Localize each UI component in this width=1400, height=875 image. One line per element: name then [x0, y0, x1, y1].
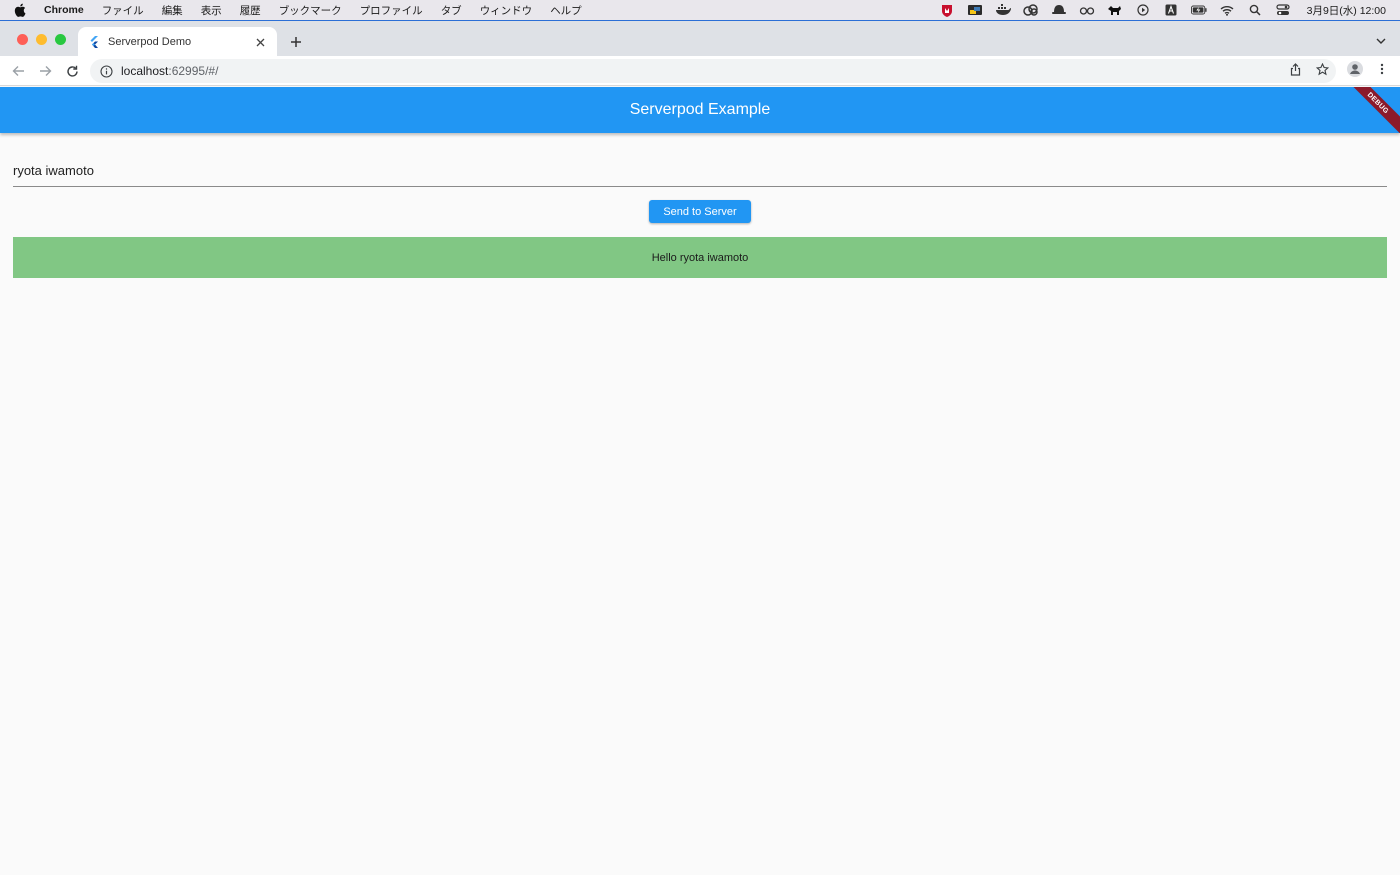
- menu-help[interactable]: ヘルプ: [550, 3, 582, 18]
- close-tab-icon[interactable]: [253, 35, 267, 49]
- new-tab-button[interactable]: [286, 32, 306, 52]
- plus-icon: [291, 37, 301, 47]
- url-path: :62995/#/: [168, 64, 219, 78]
- python-launcher-icon[interactable]: [967, 4, 983, 16]
- docker-icon[interactable]: [995, 4, 1011, 16]
- menu-window[interactable]: ウィンドウ: [480, 3, 533, 18]
- send-to-server-button[interactable]: Send to Server: [649, 200, 751, 223]
- control-center-icon[interactable]: [1275, 4, 1291, 16]
- debug-banner: DEBUG: [1345, 87, 1400, 133]
- status-icons: 3月9日(水) 12:00: [939, 3, 1386, 18]
- menu-app-name[interactable]: Chrome: [44, 4, 84, 16]
- server-response-text: Hello ryota iwamoto: [651, 251, 749, 264]
- menu-history[interactable]: 履歴: [240, 3, 261, 18]
- menubar-clock[interactable]: 3月9日(水) 12:00: [1307, 3, 1386, 18]
- menu-edit[interactable]: 編集: [162, 3, 183, 18]
- menu-profiles[interactable]: プロファイル: [360, 3, 423, 18]
- tab-title: Serverpod Demo: [108, 36, 192, 48]
- address-bar[interactable]: localhost:62995/#/: [90, 59, 1336, 83]
- flutter-icon: [88, 36, 100, 48]
- reload-icon: [66, 65, 78, 77]
- wifi-icon[interactable]: [1219, 4, 1235, 16]
- menu-tab[interactable]: タブ: [441, 3, 462, 18]
- shield-icon[interactable]: [939, 4, 955, 17]
- close-window-button[interactable]: [17, 34, 28, 45]
- menu-view[interactable]: 表示: [201, 3, 222, 18]
- battery-icon[interactable]: [1190, 4, 1207, 16]
- tab-serverpod-demo[interactable]: Serverpod Demo: [78, 27, 277, 57]
- back-button[interactable]: [10, 63, 26, 79]
- apple-icon[interactable]: [14, 3, 28, 17]
- reload-button[interactable]: [64, 63, 80, 79]
- glasses-icon[interactable]: [1079, 4, 1095, 16]
- name-input-field[interactable]: [13, 155, 1387, 187]
- server-response-banner: Hello ryota iwamoto: [13, 237, 1387, 278]
- bookmark-star-icon[interactable]: [1315, 62, 1329, 76]
- tab-search-button[interactable]: [1374, 34, 1388, 48]
- kebab-menu-icon[interactable]: [1375, 62, 1389, 76]
- arrow-left-icon: [12, 66, 24, 76]
- app-bar: Serverpod Example DEBUG: [0, 87, 1400, 133]
- arrow-right-icon: [39, 66, 51, 76]
- app-title: Serverpod Example: [629, 101, 771, 118]
- input-method-icon[interactable]: [1163, 4, 1179, 16]
- url-host: localhost: [121, 64, 169, 78]
- menu-bookmarks[interactable]: ブックマーク: [279, 3, 342, 18]
- site-info-icon[interactable]: [100, 64, 113, 78]
- chevron-down-icon: [1376, 38, 1386, 44]
- zoom-window-button[interactable]: [55, 34, 66, 45]
- cat-icon[interactable]: [1107, 4, 1123, 16]
- browser-toolbar: localhost:62995/#/: [0, 56, 1400, 86]
- minimize-window-button[interactable]: [36, 34, 47, 45]
- search-icon[interactable]: [1247, 4, 1263, 16]
- url-text: localhost:62995/#/: [121, 64, 218, 78]
- tab-strip: Serverpod Demo: [0, 20, 1400, 57]
- window-controls: [17, 34, 66, 45]
- share-icon[interactable]: [1288, 62, 1302, 76]
- macos-menubar: Chrome ファイル 編集 表示 履歴 ブックマーク プロファイル タブ ウィ…: [0, 0, 1400, 20]
- forward-button[interactable]: [37, 63, 53, 79]
- profile-avatar-icon[interactable]: [1347, 61, 1363, 77]
- play-circle-icon[interactable]: [1135, 4, 1151, 16]
- creative-cloud-icon[interactable]: [1022, 4, 1039, 16]
- menu-file[interactable]: ファイル: [102, 3, 144, 18]
- hat-icon[interactable]: [1051, 4, 1067, 16]
